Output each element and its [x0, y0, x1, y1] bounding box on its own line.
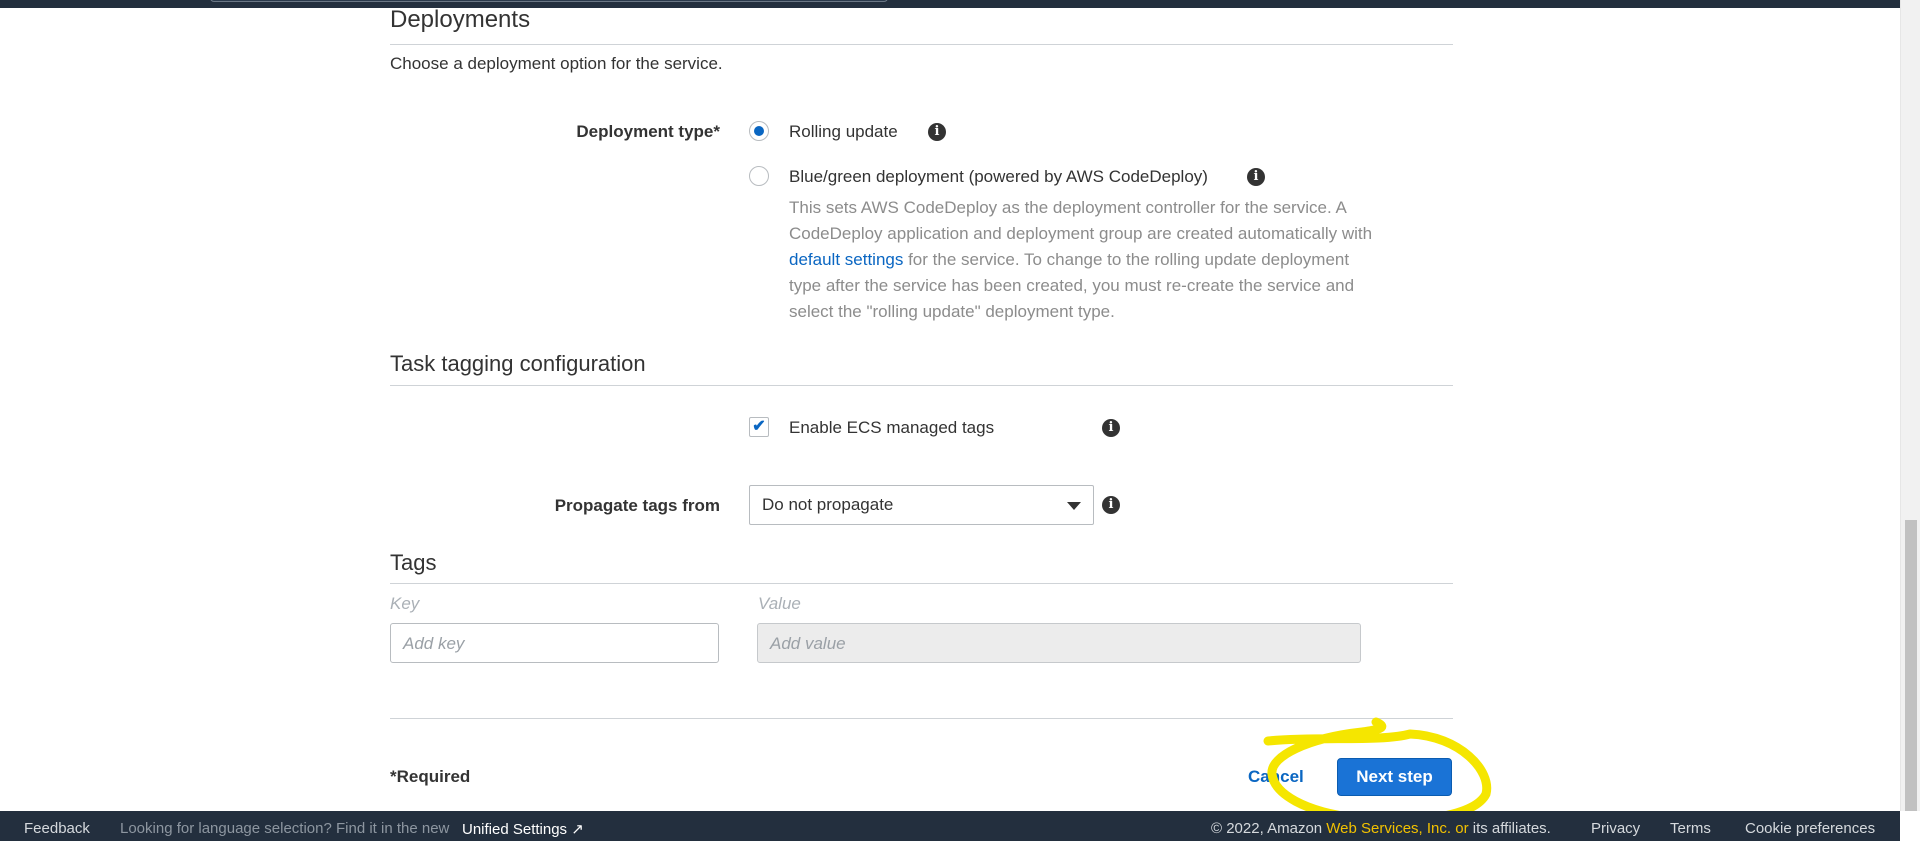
blue-green-radio[interactable]: [749, 166, 769, 186]
unified-settings-link[interactable]: Unified Settings ↗: [462, 820, 584, 838]
tags-heading: Tags: [390, 550, 437, 575]
search-box[interactable]: [210, 0, 888, 2]
blue-green-label[interactable]: Blue/green deployment (powered by AWS Co…: [789, 167, 1208, 187]
vertical-scrollbar[interactable]: [1900, 0, 1920, 811]
tag-value-input[interactable]: Add value: [757, 623, 1361, 663]
footer-bar: Feedback Looking for language selection?…: [0, 811, 1900, 841]
propagate-tags-label: Propagate tags from: [554, 496, 720, 515]
info-icon[interactable]: i: [928, 123, 946, 141]
divider: [390, 718, 1453, 719]
rolling-update-label[interactable]: Rolling update: [789, 122, 898, 142]
language-note: Looking for language selection? Find it …: [120, 820, 450, 837]
rolling-update-radio[interactable]: [749, 121, 769, 141]
scrollbar-thumb[interactable]: [1905, 520, 1917, 811]
enable-ecs-tags-checkbox[interactable]: ✔: [749, 417, 769, 437]
tag-key-input[interactable]: Add key: [390, 623, 719, 663]
required-note: *Required: [390, 767, 471, 786]
feedback-link[interactable]: Feedback: [24, 820, 90, 837]
chevron-down-icon: [1067, 502, 1081, 510]
blue-green-help-text: This sets AWS CodeDeploy as the deployme…: [789, 198, 1373, 321]
cancel-button[interactable]: Cancel: [1248, 767, 1304, 787]
copyright-link[interactable]: Web Services, Inc. or: [1326, 820, 1468, 837]
next-step-button[interactable]: Next step: [1337, 758, 1452, 796]
copyright: © 2022, Amazon Web Services, Inc. or its…: [1211, 820, 1551, 837]
terms-link[interactable]: Terms: [1670, 820, 1711, 837]
external-link-icon: ↗: [571, 821, 584, 838]
info-icon[interactable]: i: [1102, 496, 1120, 514]
deployments-heading: Deployments: [390, 6, 531, 33]
key-column-label: Key: [390, 594, 420, 613]
info-icon[interactable]: i: [1102, 419, 1120, 437]
deployments-description: Choose a deployment option for the servi…: [390, 54, 723, 73]
value-column-label: Value: [758, 594, 801, 613]
info-icon[interactable]: i: [1247, 168, 1265, 186]
divider: [390, 385, 1453, 386]
top-nav-bar: [0, 0, 1900, 8]
deployment-type-label: Deployment type*: [576, 122, 720, 141]
cookie-preferences-link[interactable]: Cookie preferences: [1745, 820, 1875, 837]
divider: [390, 44, 1453, 45]
enable-ecs-tags-label[interactable]: Enable ECS managed tags: [789, 418, 994, 438]
divider: [390, 583, 1453, 584]
propagate-tags-select[interactable]: Do not propagate: [749, 485, 1094, 525]
default-settings-link[interactable]: default settings: [789, 250, 903, 269]
task-tagging-heading: Task tagging configuration: [390, 351, 646, 376]
privacy-link[interactable]: Privacy: [1591, 820, 1640, 837]
